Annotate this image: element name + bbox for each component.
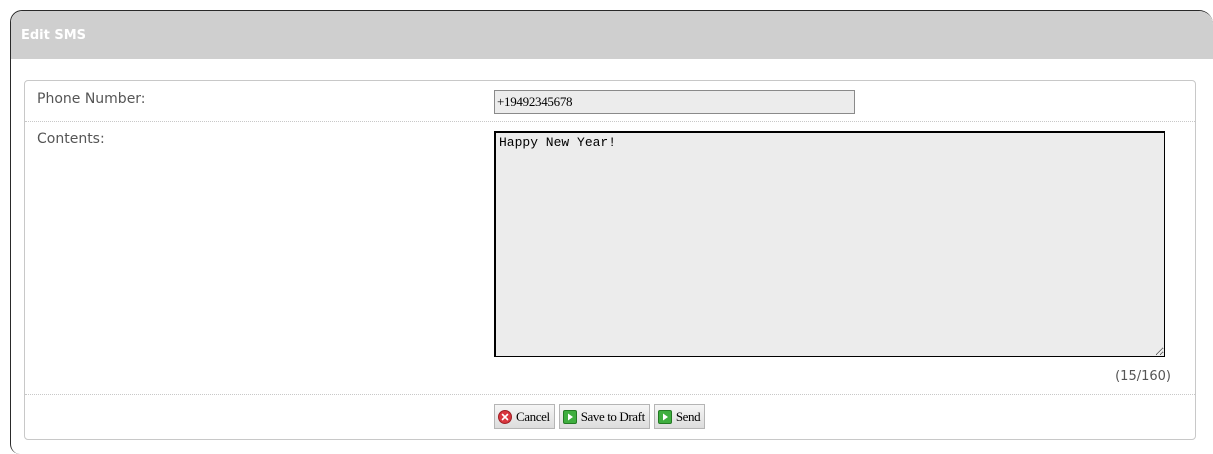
send-label: Send bbox=[675, 408, 701, 424]
cancel-label: Cancel bbox=[516, 408, 550, 424]
contents-row: Contents: Happy New Year! (15/160) bbox=[25, 121, 1195, 395]
window-title: Edit SMS bbox=[21, 27, 87, 43]
save-to-draft-button[interactable]: Save to Draft bbox=[558, 404, 650, 429]
character-counter: (15/160) bbox=[1115, 369, 1171, 384]
edit-sms-window: Edit SMS Phone Number: Contents: Happy N… bbox=[10, 10, 1213, 454]
phone-number-row: Phone Number: bbox=[25, 81, 1195, 122]
action-buttons: Cancel Save to Draft Send bbox=[494, 404, 706, 429]
title-bar: Edit SMS bbox=[11, 11, 1213, 59]
button-row: Cancel Save to Draft Send bbox=[25, 394, 1195, 440]
edit-sms-form: Phone Number: Contents: Happy New Year! … bbox=[24, 80, 1196, 440]
phone-number-input[interactable] bbox=[494, 90, 855, 114]
send-button[interactable]: Send bbox=[653, 404, 706, 429]
contents-textarea[interactable]: Happy New Year! bbox=[494, 131, 1165, 357]
contents-label: Contents: bbox=[37, 131, 105, 147]
cancel-button[interactable]: Cancel bbox=[494, 404, 555, 429]
phone-number-label: Phone Number: bbox=[37, 91, 146, 107]
cancel-icon bbox=[498, 409, 512, 424]
play-icon bbox=[562, 409, 577, 424]
save-to-draft-label: Save to Draft bbox=[580, 408, 646, 424]
play-icon bbox=[657, 409, 672, 424]
